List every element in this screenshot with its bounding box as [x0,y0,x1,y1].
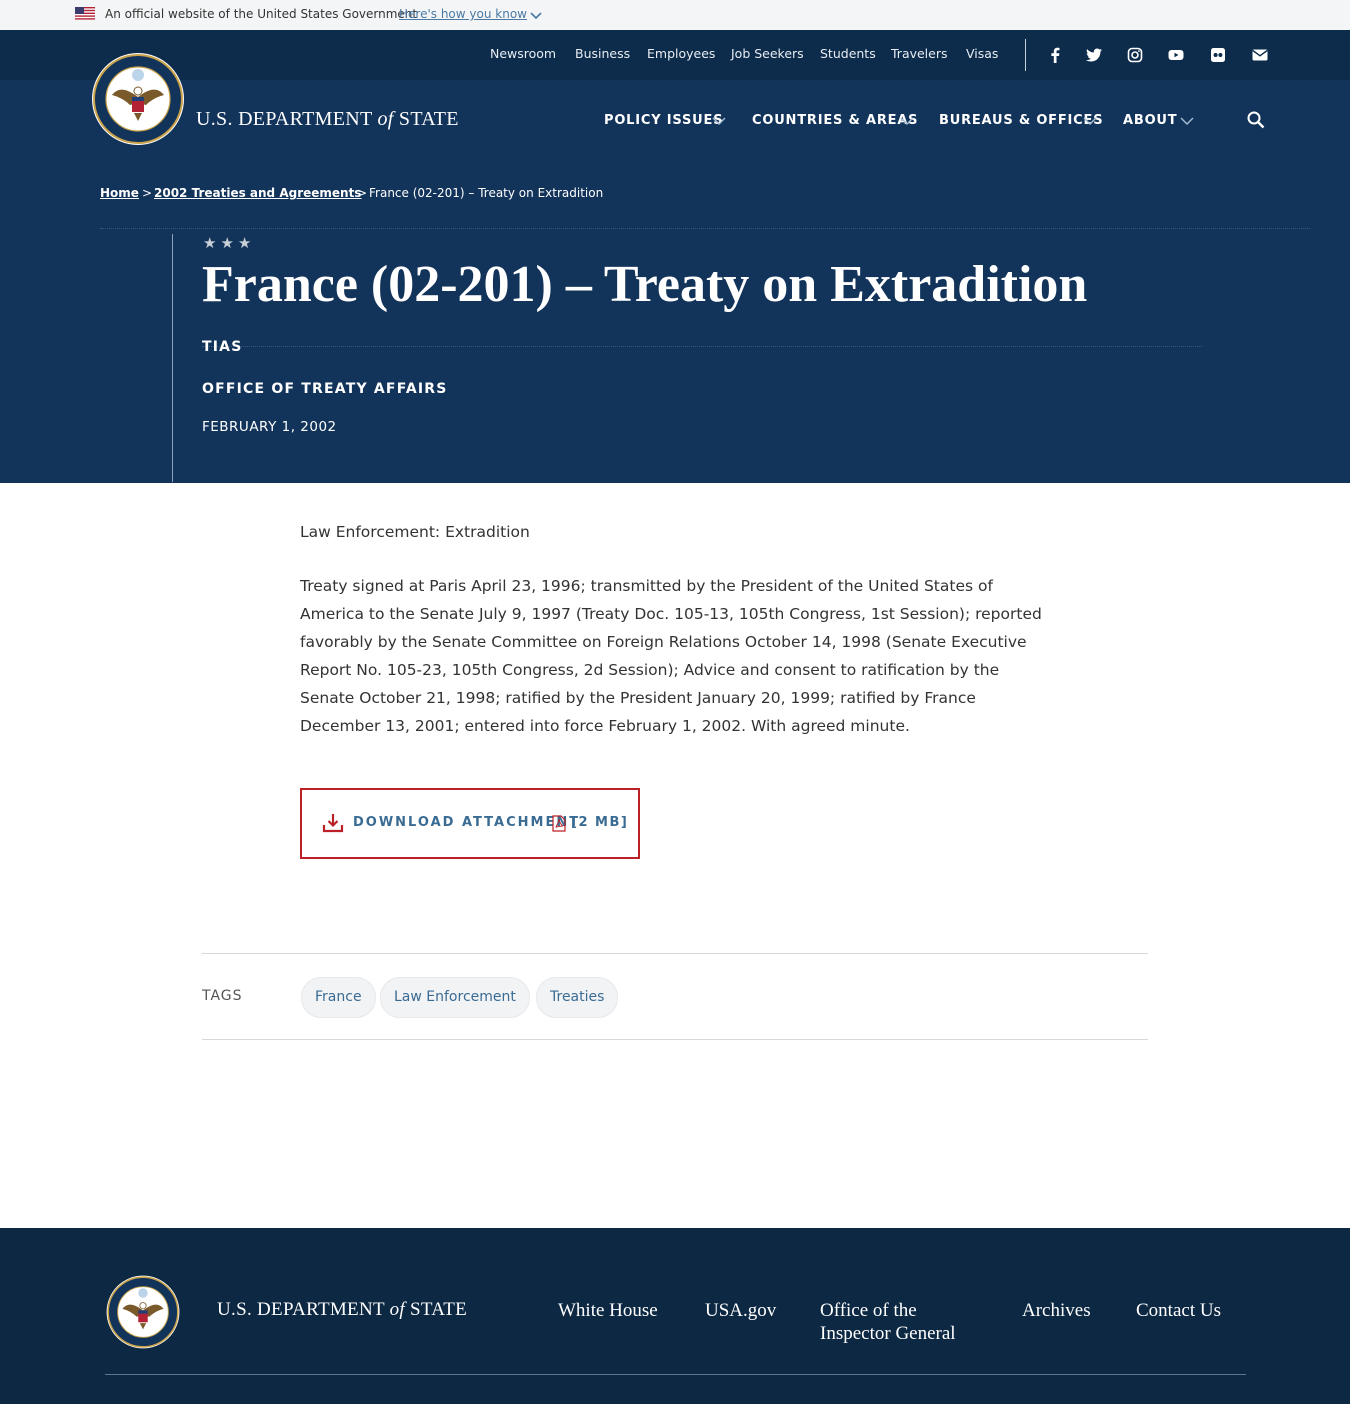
nav-countries-areas[interactable]: COUNTRIES & AREAS [752,113,918,128]
download-attachment-button[interactable]: DOWNLOAD ATTACHMENT [2 MB] [300,788,640,859]
brand-post: STATE [410,1299,468,1320]
download-label: DOWNLOAD ATTACHMENT [353,815,581,830]
footer-divider [105,1374,1246,1375]
twitter-icon[interactable] [1085,46,1103,64]
page-title: France (02-201) – Treaty on Extradition [202,256,1088,313]
util-link-employees[interactable]: Employees [647,46,715,61]
chevron-down-icon[interactable] [529,8,543,22]
gov-banner: An official website of the United States… [0,0,1350,30]
decorative-dotted-line [100,228,1310,229]
chevron-down-icon[interactable] [900,115,914,127]
youtube-icon[interactable] [1167,46,1185,64]
brand-post: STATE [398,108,459,130]
footer-link-white-house[interactable]: White House [558,1299,658,1322]
breadcrumb-separator: > [142,186,153,200]
chevron-down-icon[interactable] [1083,115,1097,127]
nav-policy-issues[interactable]: POLICY ISSUES [604,113,723,128]
facebook-icon[interactable] [1046,46,1064,64]
article-office: OFFICE OF TREATY AFFAIRS [202,381,448,397]
brand-of: of [377,108,394,130]
brand-pre: U.S. DEPARTMENT [196,108,373,130]
download-size: [2 MB] [571,815,629,830]
state-department-seal-icon[interactable] [90,51,186,147]
footer-link-contact-us[interactable]: Contact Us [1136,1299,1221,1322]
breadcrumb-parent[interactable]: 2002 Treaties and Agreements [154,186,361,200]
util-link-travelers[interactable]: Travelers [891,46,948,61]
article-type: TIAS [202,339,243,355]
footer-link-inspector-line2: Inspector General [820,1323,956,1344]
chevron-down-icon[interactable] [1180,115,1194,127]
brand-pre: U.S. DEPARTMENT [217,1299,385,1320]
footer-link-inspector-general[interactable]: Office of the Inspector General [820,1299,956,1345]
breadcrumb-home[interactable]: Home [100,186,139,200]
util-link-students[interactable]: Students [820,46,876,61]
utility-divider [1025,39,1026,71]
article-date: FEBRUARY 1, 2002 [202,419,337,435]
decorative-dotted-line [202,346,1202,347]
email-icon[interactable] [1251,46,1269,64]
footer-link-archives[interactable]: Archives [1022,1299,1091,1322]
footer-link-usa-gov[interactable]: USA.gov [705,1299,776,1322]
chevron-down-icon[interactable] [712,115,726,127]
tags-bottom-divider [202,1039,1148,1040]
util-link-visas[interactable]: Visas [966,46,998,61]
how-you-know-link[interactable]: Here's how you know [399,7,527,21]
nav-bureaus-offices[interactable]: BUREAUS & OFFICES [939,113,1103,128]
tag-france[interactable]: France [301,977,376,1018]
state-department-seal-icon[interactable] [105,1274,181,1350]
stars-icon: ★★★ [203,234,256,252]
site-brand[interactable]: U.S. DEPARTMENT of STATE [196,108,459,131]
tag-treaties[interactable]: Treaties [536,977,619,1018]
util-link-job-seekers[interactable]: Job Seekers [731,46,804,61]
util-link-newsroom[interactable]: Newsroom [490,46,556,61]
pdf-icon [552,815,566,832]
instagram-icon[interactable] [1126,46,1144,64]
tags-label: TAGS [202,988,243,1004]
utility-bar: Newsroom Business Employees Job Seekers … [0,30,1350,80]
breadcrumb-current: France (02-201) – Treaty on Extradition [369,186,604,200]
breadcrumb-separator: > [357,186,368,200]
footer-brand[interactable]: U.S. DEPARTMENT of STATE [217,1299,467,1321]
article-subject: Law Enforcement: Extradition [300,523,530,541]
article-summary: Treaty signed at Paris April 23, 1996; t… [300,577,1042,735]
util-link-business[interactable]: Business [575,46,630,61]
tags-top-divider [202,953,1148,954]
us-flag-icon [75,7,95,20]
search-icon[interactable] [1246,110,1266,130]
brand-of: of [389,1299,405,1320]
gov-banner-text: An official website of the United States… [105,7,418,21]
download-icon [322,814,344,833]
flickr-icon[interactable] [1209,46,1227,64]
tag-law-enforcement[interactable]: Law Enforcement [380,977,530,1018]
footer-link-inspector-line1: Office of the [820,1300,917,1321]
title-accent-rule [172,234,173,482]
nav-about[interactable]: ABOUT [1123,113,1177,128]
